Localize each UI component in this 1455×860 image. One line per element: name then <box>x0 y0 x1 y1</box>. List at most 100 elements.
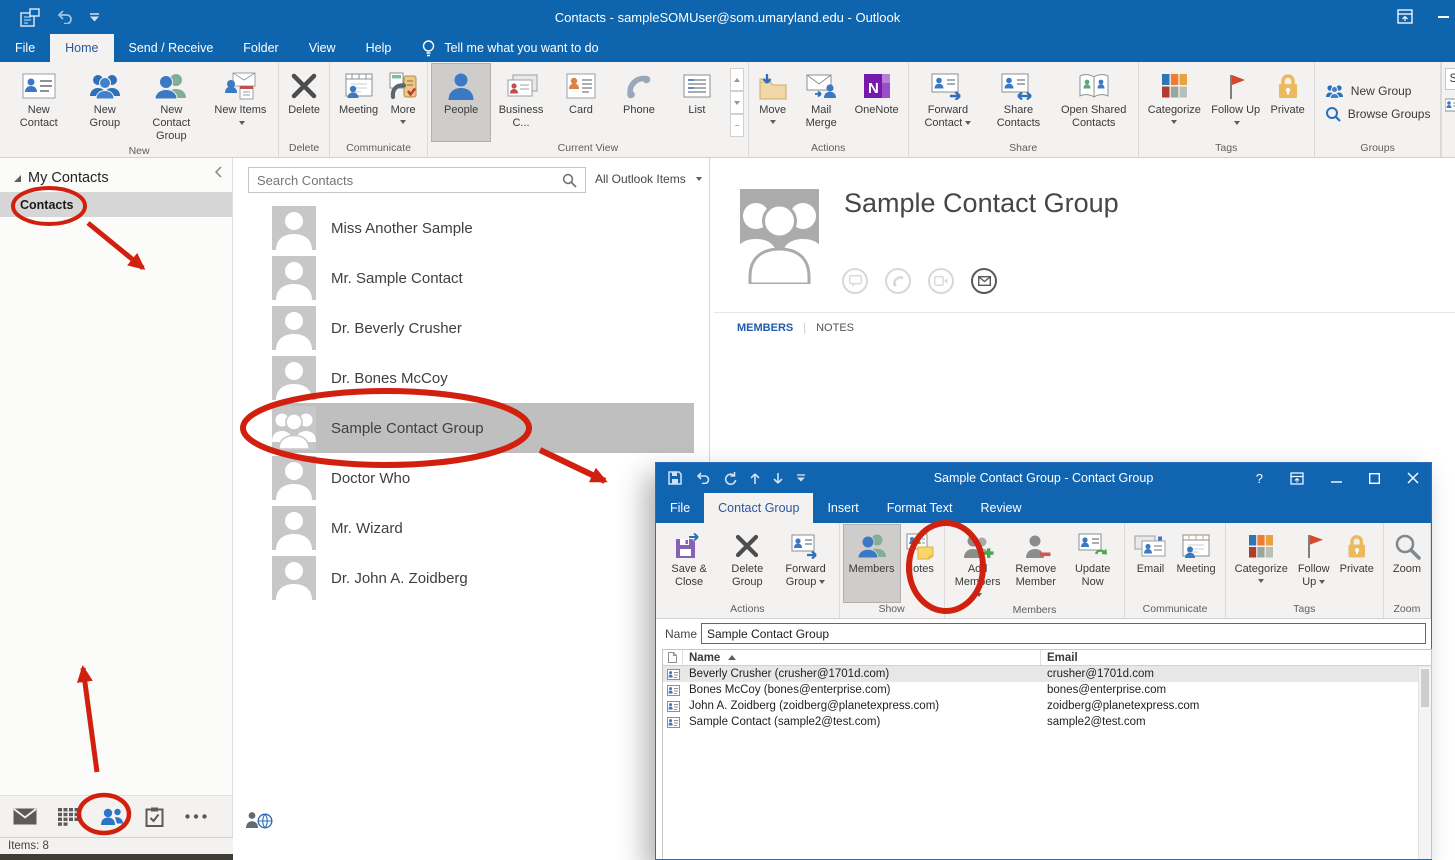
dialog-tab-contact-group[interactable]: Contact Group <box>704 493 813 523</box>
dialog-tab-review[interactable]: Review <box>966 493 1035 523</box>
new-group-small-button[interactable]: New Group <box>1319 83 1418 100</box>
undo-icon[interactable] <box>56 10 73 24</box>
contact-list-item[interactable]: Mr. Sample Contact <box>272 253 694 303</box>
search-people-box-partial[interactable]: S <box>1445 68 1455 90</box>
contact-list-item[interactable]: Mr. Wizard <box>272 503 694 553</box>
gallery-down-icon[interactable] <box>730 91 744 114</box>
item-type-column-header[interactable] <box>663 650 683 665</box>
person-globe-icon[interactable] <box>245 810 273 829</box>
table-row[interactable]: Bones McCoy (bones@enterprise.com) bones… <box>663 682 1431 698</box>
maximize-button[interactable] <box>1369 473 1380 484</box>
tab-notes[interactable]: NOTES <box>816 322 854 334</box>
contact-list-item[interactable]: Dr. Beverly Crusher <box>272 303 694 353</box>
view-business-card-button[interactable]: Business C... <box>490 64 552 141</box>
name-column-header[interactable]: Name <box>683 650 1041 665</box>
delete-button[interactable]: Delete <box>283 64 325 141</box>
minimize-button[interactable] <box>1438 16 1449 18</box>
meeting-button[interactable]: Meeting <box>1171 525 1220 602</box>
move-up-icon[interactable] <box>750 472 760 485</box>
new-contact-button[interactable]: New Contact <box>4 64 74 144</box>
customize-qat-icon[interactable] <box>796 474 806 482</box>
categorize-button[interactable]: Categorize <box>1143 64 1206 141</box>
private-button[interactable]: Private <box>1335 525 1379 602</box>
new-items-button[interactable]: New Items <box>207 64 275 144</box>
table-row[interactable]: John A. Zoidberg (zoidberg@planetexpress… <box>663 698 1431 714</box>
contact-list-item[interactable]: Dr. Bones McCoy <box>272 353 694 403</box>
new-group-button[interactable]: New Group <box>74 64 137 144</box>
ribbon-display-options-icon[interactable] <box>1397 9 1413 24</box>
email-icon[interactable] <box>971 268 997 294</box>
tab-members[interactable]: MEMBERS <box>737 322 793 334</box>
tab-file[interactable]: File <box>0 34 50 62</box>
tab-home[interactable]: Home <box>50 34 113 62</box>
address-book-icon-partial[interactable] <box>1445 98 1455 112</box>
calendar-icon[interactable] <box>58 808 79 826</box>
remove-member-button[interactable]: Remove Member <box>1007 525 1065 603</box>
collapse-folder-pane-icon[interactable] <box>214 166 222 178</box>
save-icon[interactable] <box>668 471 682 485</box>
follow-up-button[interactable]: Follow Up <box>1293 525 1335 602</box>
view-list-button[interactable]: List <box>668 64 726 141</box>
chat-icon[interactable] <box>842 268 868 294</box>
tell-me-box[interactable]: Tell me what you want to do <box>422 34 598 62</box>
help-button[interactable]: ? <box>1256 472 1263 485</box>
meeting-button[interactable]: Meeting <box>334 64 383 141</box>
members-show-button[interactable]: Members <box>844 525 900 602</box>
move-button[interactable]: Move <box>753 64 793 141</box>
ellipsis-icon[interactable] <box>185 814 207 819</box>
table-row[interactable]: Beverly Crusher (crusher@1701d.com) crus… <box>663 666 1431 682</box>
open-shared-contacts-button[interactable]: Open Shared Contacts <box>1054 64 1134 141</box>
search-input[interactable] <box>257 173 562 188</box>
tab-view[interactable]: View <box>294 34 351 62</box>
ribbon-display-options-icon[interactable] <box>1290 472 1304 485</box>
more-button[interactable]: More <box>383 64 423 141</box>
notes-show-button[interactable]: Notes <box>900 525 940 602</box>
follow-up-button[interactable]: Follow Up <box>1206 64 1266 141</box>
browse-groups-button[interactable]: Browse Groups <box>1319 105 1437 123</box>
contact-list-item[interactable]: Doctor Who <box>272 453 694 503</box>
contact-list-item[interactable]: Miss Another Sample <box>272 203 694 253</box>
email-column-header[interactable]: Email <box>1041 652 1431 664</box>
tab-folder[interactable]: Folder <box>228 34 293 62</box>
categorize-button[interactable]: Categorize <box>1230 525 1293 602</box>
search-icon[interactable] <box>562 173 577 188</box>
zoom-button[interactable]: Zoom <box>1388 525 1426 602</box>
dialog-tab-insert[interactable]: Insert <box>813 493 872 523</box>
move-down-icon[interactable] <box>773 472 783 485</box>
add-members-button[interactable]: Add Members <box>949 525 1007 603</box>
email-button[interactable]: Email <box>1129 525 1171 602</box>
redo-icon[interactable] <box>723 472 737 485</box>
peek-window-icon[interactable] <box>20 8 40 27</box>
tab-send-receive[interactable]: Send / Receive <box>114 34 229 62</box>
scope-filter-dropdown[interactable]: All Outlook Items <box>595 172 702 186</box>
call-icon[interactable] <box>885 268 911 294</box>
scrollbar-thumb[interactable] <box>1421 669 1429 707</box>
table-scrollbar[interactable] <box>1418 667 1431 859</box>
close-button[interactable] <box>1407 472 1419 484</box>
search-box[interactable] <box>248 167 586 193</box>
video-icon[interactable] <box>928 268 954 294</box>
gallery-more-icon[interactable] <box>730 114 744 137</box>
delete-group-button[interactable]: Delete Group <box>718 525 776 602</box>
onenote-button[interactable]: N OneNote <box>850 64 904 141</box>
dialog-tab-file[interactable]: File <box>656 493 704 523</box>
group-name-input[interactable] <box>701 623 1426 644</box>
forward-group-button[interactable]: Forward Group <box>776 525 834 602</box>
dialog-tab-format-text[interactable]: Format Text <box>873 493 967 523</box>
private-button[interactable]: Private <box>1266 64 1310 141</box>
save-close-button[interactable]: Save & Close <box>660 525 718 602</box>
tasks-icon[interactable] <box>145 807 164 827</box>
sidebar-item-contacts[interactable]: Contacts <box>0 192 232 217</box>
contact-list-item[interactable]: Sample Contact Group <box>272 403 694 453</box>
mail-merge-button[interactable]: Mail Merge <box>793 64 850 141</box>
view-people-button[interactable]: People <box>432 64 490 141</box>
update-now-button[interactable]: Update Now <box>1065 525 1121 603</box>
gallery-up-icon[interactable] <box>730 68 744 91</box>
share-contacts-button[interactable]: Share Contacts <box>983 64 1054 141</box>
undo-icon[interactable] <box>695 472 710 484</box>
contact-list-item[interactable]: Dr. John A. Zoidberg <box>272 553 694 603</box>
customize-qat-icon[interactable] <box>89 13 100 22</box>
minimize-button[interactable] <box>1331 473 1342 484</box>
new-contact-group-button[interactable]: New Contact Group <box>136 64 206 144</box>
forward-contact-button[interactable]: Forward Contact <box>913 64 984 141</box>
